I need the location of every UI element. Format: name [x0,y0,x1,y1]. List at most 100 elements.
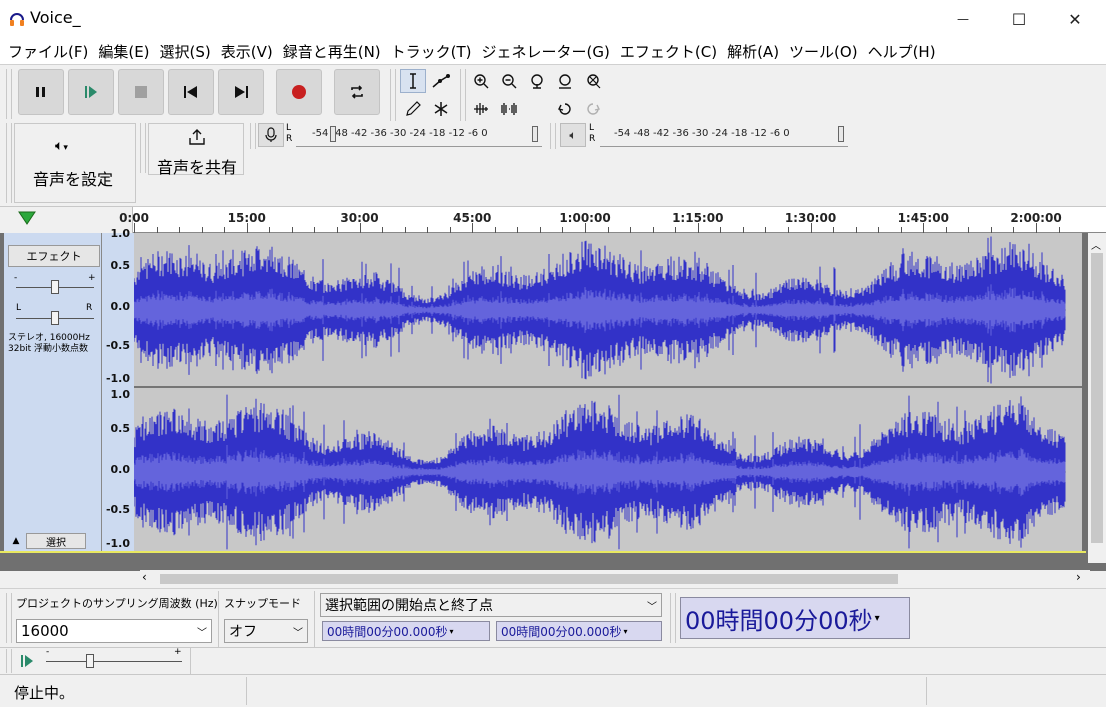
selection-tool-button[interactable] [400,69,426,93]
playback-level-slider[interactable] [838,126,844,142]
vertical-scroll-thumb[interactable] [1091,253,1103,543]
toolbar-grip[interactable] [390,69,396,121]
waveform-area[interactable] [133,233,1082,553]
toolbar-grip[interactable] [6,123,12,203]
chevron-down-icon: ﹀ [197,627,207,639]
axis-label: -0.5 [105,339,130,352]
zoom-toggle-button[interactable] [580,69,606,93]
undo-button[interactable] [552,97,578,121]
zoom-selection-icon [531,74,543,89]
toolbar-grip[interactable] [6,593,12,643]
play-at-speed-button[interactable] [14,649,40,673]
axis-label: 0.5 [110,422,131,435]
trim-button[interactable] [468,97,494,121]
zoom-out-icon [502,74,517,89]
skip-to-end-button[interactable] [218,69,264,115]
channel-r-label: R [286,134,293,144]
track-select-button[interactable]: 選択 [26,533,86,549]
stop-button[interactable] [118,69,164,115]
scroll-up-icon[interactable]: ︿ [1091,237,1101,252]
collapse-icon[interactable]: ▲ [8,533,24,549]
redo-button[interactable] [580,97,606,121]
timeline-ruler[interactable]: 0:00 15:00 30:00 45:00 1:00:00 1:15:00 1:30:00… [0,206,1106,233]
menu-help[interactable]: ヘルプ(H) [864,41,940,62]
toolbar-grip[interactable] [6,649,12,673]
menu-select[interactable]: 選択(S) [156,41,215,62]
toolbar-grip[interactable] [550,123,556,149]
skip-end-icon [235,86,248,98]
selection-end-time[interactable]: 00時間00分00.000秒 ▾ [496,621,662,641]
menu-analyze[interactable]: 解析(A) [723,41,783,62]
sample-rate-combo[interactable]: 16000 ﹀ [16,619,212,643]
menu-edit[interactable]: 編集(E) [94,41,153,62]
pan-slider[interactable] [51,311,59,325]
envelope-icon [432,74,450,88]
play-head-icon[interactable] [18,211,36,225]
zoom-in-icon [474,74,489,89]
draw-tool-button[interactable] [400,97,426,121]
ruler-tick [923,223,925,233]
gain-slider[interactable] [51,280,59,294]
dropdown-arrow-icon: ▾ [449,626,454,636]
zoom-in-button[interactable] [468,69,494,93]
zoom-out-button[interactable] [496,69,522,93]
record-meter-handle[interactable] [532,126,538,142]
loop-button[interactable] [334,69,380,115]
waveform[interactable] [133,233,1082,553]
toolbar-grip[interactable] [250,123,256,149]
speed-slider[interactable] [86,654,94,668]
i-beam-icon [410,73,416,89]
axis-label: -0.5 [105,503,130,516]
fit-project-button[interactable] [552,69,578,93]
play-button[interactable] [68,69,114,115]
scroll-left-icon[interactable]: ‹ [142,570,147,584]
menu-generate[interactable]: ジェネレーター(G) [478,41,614,62]
toolbar-grip[interactable] [670,593,676,643]
toolbar-grip[interactable] [6,69,12,119]
track-effects-button[interactable]: エフェクト [8,245,100,267]
close-button[interactable]: ✕ [1052,0,1098,38]
menu-file[interactable]: ファイル(F) [4,41,92,62]
track-control-panel[interactable]: エフェクト - + L R ステレオ, 16000Hz 32bit 浮動小数点数… [4,233,102,553]
selection-mode-combo[interactable]: 選択範囲の開始点と終了点 ﹀ [320,593,662,617]
menu-transport[interactable]: 録音と再生(N) [279,41,385,62]
record-level-slider[interactable] [330,126,336,142]
dropdown-arrow-icon: ▾ [623,626,628,636]
audio-setup-button[interactable]: 🔈︎▾ 音声を設定 [14,123,136,203]
share-audio-button[interactable]: 音声を共有 [148,123,244,177]
channel-l-label: L [286,123,292,133]
toolbar-area: 🔈︎▾ 音声を設定 音声を共有 LR -54 -48 -42 -36 -30 -… [0,64,1106,206]
envelope-tool-button[interactable] [428,69,454,93]
pause-button[interactable] [18,69,64,115]
playback-meter-button[interactable]: 🔈︎ [560,123,586,147]
silence-button[interactable] [496,97,522,121]
toolbar-grip[interactable] [140,123,146,173]
selection-start-time[interactable]: 00時間00分00.000秒 ▾ [322,621,490,641]
maximize-button[interactable]: ☐ [996,0,1042,38]
horizontal-scroll-thumb[interactable] [160,574,898,584]
minimize-button[interactable]: — [940,0,986,38]
horizontal-scrollbar[interactable]: ‹ › [140,570,1090,588]
menu-effect[interactable]: エフェクト(C) [616,41,721,62]
loop-icon [351,85,363,99]
gain-max-label: + [88,273,96,283]
multi-tool-button[interactable] [428,97,454,121]
microphone-icon [265,127,277,142]
snap-mode-combo[interactable]: オフ ﹀ [224,619,308,643]
fit-selection-button[interactable] [524,69,550,93]
playback-meter[interactable] [600,125,848,147]
vertical-scrollbar[interactable]: ︿ [1088,233,1106,563]
channel-r-label: R [589,134,596,144]
skip-to-start-button[interactable] [168,69,214,115]
axis-label: 1.0 [110,227,131,240]
divider [314,591,315,647]
menu-tools[interactable]: ツール(O) [785,41,862,62]
record-button[interactable] [276,69,322,115]
toolbar-grip[interactable] [460,69,466,121]
menu-view[interactable]: 表示(V) [217,41,277,62]
audio-position-time[interactable]: 00時間00分00秒 ▾ [680,597,910,639]
scroll-right-icon[interactable]: › [1076,570,1081,584]
menu-tracks[interactable]: トラック(T) [387,41,476,62]
record-meter-button[interactable] [258,123,284,147]
divider [0,647,1106,648]
